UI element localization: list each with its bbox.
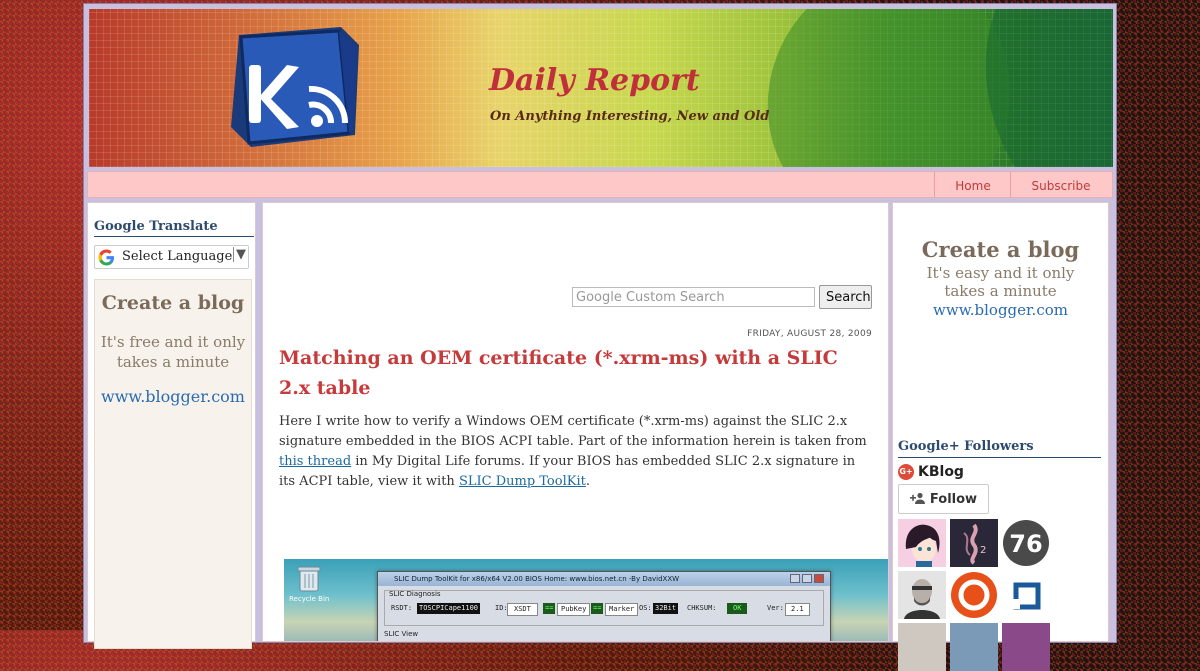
chksum-label: CHKSUM: bbox=[687, 604, 717, 612]
man-photo-avatar-icon bbox=[898, 571, 946, 619]
follower-avatar[interactable] bbox=[898, 623, 946, 671]
create-blog-ad-left[interactable]: Create a blog It's free and it only take… bbox=[94, 279, 252, 649]
orange-ring-avatar-icon bbox=[951, 572, 997, 618]
follower-avatar[interactable] bbox=[1002, 623, 1050, 671]
slic-dump-window: SLIC Dump ToolKit for x86/x64 V2.00 BIOS… bbox=[377, 571, 831, 641]
language-select[interactable]: Select Language ▼ bbox=[94, 245, 249, 269]
chksum-value: OK bbox=[727, 603, 748, 614]
os-label: OS: bbox=[639, 604, 652, 612]
blog-logo-icon[interactable] bbox=[221, 23, 361, 153]
pubkey-field: PubKey bbox=[557, 603, 591, 616]
id-value: XSDT bbox=[507, 603, 538, 616]
slic-diagnosis-group: SLIC Diagnosis RSDT: TOSCPICape1100 ID: … bbox=[384, 590, 824, 626]
avatar-76-label: 76 bbox=[1009, 530, 1042, 558]
minimize-icon bbox=[790, 574, 800, 583]
language-select-label: Select Language bbox=[122, 249, 233, 264]
follow-button[interactable]: Follow bbox=[898, 484, 989, 514]
profile-name[interactable]: KBlog bbox=[918, 464, 964, 480]
maximize-icon bbox=[802, 574, 812, 583]
recycle-bin-label: Recycle Bin bbox=[289, 595, 330, 603]
ad-heading: Create a blog bbox=[101, 292, 245, 314]
os-value: 32Bit bbox=[653, 603, 679, 614]
right-sidebar: Create a blog It's easy and it only takes… bbox=[892, 202, 1109, 671]
create-blog-ad-right[interactable]: Create a blog It's easy and it only takes… bbox=[893, 237, 1108, 319]
rsdt-label: RSDT: bbox=[391, 604, 413, 612]
follower-avatar[interactable]: 76 bbox=[1002, 519, 1050, 567]
follower-avatar[interactable] bbox=[898, 571, 946, 619]
blue-square-logo-avatar-icon bbox=[1012, 582, 1041, 610]
ad-heading: Create a blog bbox=[921, 237, 1080, 262]
google-plus-followers-title: Google+ Followers bbox=[898, 439, 1101, 458]
follower-avatar[interactable] bbox=[950, 623, 998, 671]
this-thread-link[interactable]: this thread bbox=[279, 454, 351, 469]
follower-avatar[interactable] bbox=[898, 519, 946, 567]
ad-subtext: It's free and it only takes a minute bbox=[100, 333, 246, 371]
left-sidebar: Google Translate Select Language ▼ Creat… bbox=[87, 202, 256, 649]
follower-avatar[interactable]: 2 bbox=[950, 519, 998, 567]
gplus-profile[interactable]: G+ KBlog bbox=[898, 461, 964, 480]
nav-home[interactable]: Home bbox=[934, 172, 1011, 197]
rsdt-value: TOSCPICape1100 bbox=[417, 603, 481, 614]
follow-label: Follow bbox=[929, 491, 978, 507]
window-controls bbox=[788, 574, 826, 583]
post-body: Here I write how to verify a Windows OEM… bbox=[279, 412, 874, 492]
post-body-text: . bbox=[585, 474, 590, 489]
post-date: FRIDAY, AUGUST 28, 2009 bbox=[747, 329, 872, 339]
marker-field: Marker bbox=[605, 603, 639, 616]
follower-avatar[interactable] bbox=[950, 571, 998, 619]
ad-link[interactable]: www.blogger.com bbox=[893, 301, 1108, 319]
ad-subtext-line1: It's easy and it only bbox=[926, 264, 1075, 282]
google-plus-icon: G+ bbox=[898, 463, 914, 480]
close-icon bbox=[814, 574, 824, 583]
seventy-six-avatar-icon: 76 bbox=[1003, 520, 1049, 566]
google-g-icon bbox=[98, 249, 115, 266]
ver-label: Ver: bbox=[767, 604, 784, 612]
blog-description: On Anything Interesting, New and Old bbox=[490, 109, 770, 124]
nav-bar: Home Subscribe bbox=[87, 171, 1113, 198]
slic-dump-toolkit-link[interactable]: SLIC Dump ToolKit bbox=[459, 474, 586, 489]
nav-subscribe[interactable]: Subscribe bbox=[1010, 172, 1111, 197]
search-input[interactable] bbox=[572, 287, 815, 307]
match-indicator-1: == bbox=[543, 603, 556, 614]
id-label: ID: bbox=[495, 604, 508, 612]
blog-header: Daily Report On Anything Interesting, Ne… bbox=[89, 9, 1113, 167]
swirl-logo-avatar-icon: 2 bbox=[950, 519, 998, 567]
ad-subtext-line2: takes a minute bbox=[944, 282, 1057, 300]
post-body-text: Here I write how to verify a Windows OEM… bbox=[279, 414, 867, 449]
page-frame: Daily Report On Anything Interesting, Ne… bbox=[83, 3, 1117, 671]
slic-view-label: SLIC View bbox=[384, 630, 419, 638]
window-title-bar: SLIC Dump ToolKit for x86/x64 V2.00 BIOS… bbox=[378, 572, 830, 586]
match-indicator-2: == bbox=[591, 603, 604, 614]
anime-girl-avatar-icon bbox=[898, 519, 946, 567]
svg-text:2: 2 bbox=[980, 545, 986, 556]
main-column: Search FRIDAY, AUGUST 28, 2009 Matching … bbox=[262, 202, 889, 642]
blog-title[interactable]: Daily Report bbox=[489, 63, 700, 98]
search-button[interactable]: Search bbox=[819, 285, 872, 309]
dropdown-arrow-icon: ▼ bbox=[233, 247, 246, 262]
recycle-bin-icon bbox=[297, 566, 321, 592]
group-label: SLIC Diagnosis bbox=[389, 590, 441, 598]
google-translate-title: Google Translate bbox=[94, 219, 254, 237]
add-person-icon bbox=[909, 492, 925, 507]
window-title: SLIC Dump ToolKit for x86/x64 V2.00 BIOS… bbox=[394, 575, 680, 583]
post-title[interactable]: Matching an OEM certificate (*.xrm-ms) w… bbox=[279, 343, 859, 403]
ver-value: 2.1 bbox=[785, 603, 810, 616]
ad-link[interactable]: www.blogger.com bbox=[95, 387, 251, 406]
follower-avatar[interactable] bbox=[1002, 571, 1050, 619]
ad-subtext: It's easy and it only takes a minute bbox=[893, 264, 1108, 300]
